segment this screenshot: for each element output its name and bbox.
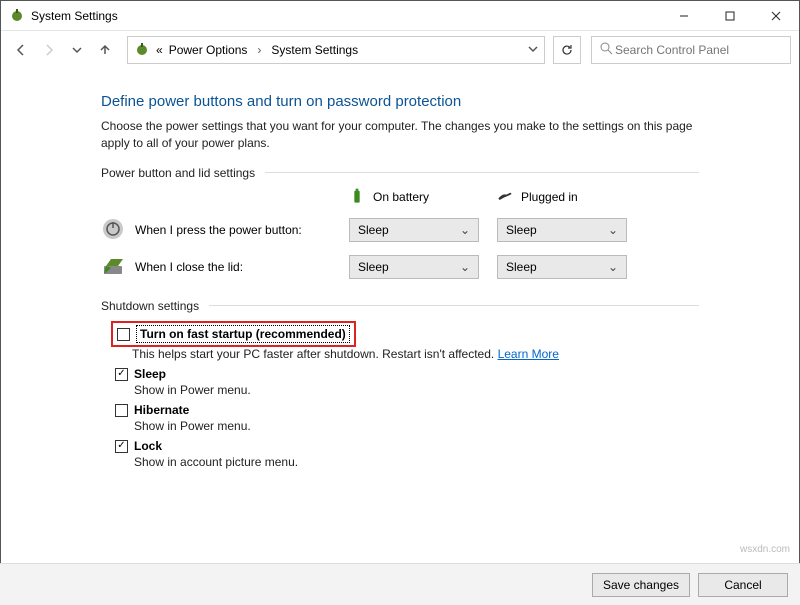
back-button[interactable] [9,38,33,62]
content-area: Define power buttons and turn on passwor… [1,69,799,469]
address-dropdown-icon[interactable] [528,43,538,57]
row-lid-label: When I close the lid: [135,260,243,274]
save-button[interactable]: Save changes [592,573,690,597]
recent-dropdown[interactable] [65,38,89,62]
section-power-lid-header: Power button and lid settings [101,166,699,180]
forward-button[interactable] [37,38,61,62]
checkbox-sleep-label: Sleep [134,367,166,381]
window-title: System Settings [31,9,118,23]
chevron-down-icon: ⌄ [608,260,618,274]
dropdown-lid-plugged[interactable]: Sleep ⌄ [497,255,627,279]
checkbox-fast-startup-label: Turn on fast startup (recommended) [136,325,350,343]
titlebar: System Settings [1,1,799,31]
row-lid: When I close the lid: [101,254,331,281]
column-on-battery-label: On battery [373,190,429,204]
checkbox-hibernate[interactable] [115,404,128,417]
page-title: Define power buttons and turn on passwor… [101,93,699,110]
breadcrumb-item-power-options[interactable]: Power Options [169,43,248,57]
column-on-battery: On battery [349,188,479,207]
section-power-lid-label: Power button and lid settings [101,166,255,180]
search-box[interactable] [591,36,791,64]
power-options-icon [134,42,150,58]
navbar: « Power Options › System Settings [1,31,799,69]
dropdown-power-plugged-value: Sleep [506,223,537,237]
dropdown-lid-battery-value: Sleep [358,260,389,274]
battery-icon [349,188,365,207]
dropdown-power-battery-value: Sleep [358,223,389,237]
close-button[interactable] [753,1,799,31]
column-plugged-in: Plugged in [497,188,627,207]
page-description: Choose the power settings that you want … [101,118,699,152]
checkbox-fast-startup[interactable] [117,328,130,341]
learn-more-link[interactable]: Learn More [498,347,559,361]
checkbox-hibernate-label: Hibernate [134,403,189,417]
sleep-desc: Show in Power menu. [134,383,699,397]
chevron-down-icon: ⌄ [460,223,470,237]
power-grid: On battery Plugged in When I press the p… [101,188,699,281]
address-bar[interactable]: « Power Options › System Settings [127,36,545,64]
column-plugged-in-label: Plugged in [521,190,578,204]
chevron-down-icon: ⌄ [608,223,618,237]
section-shutdown-header: Shutdown settings [101,299,699,313]
app-icon [9,8,25,24]
footer: Save changes Cancel [0,563,800,605]
dropdown-power-battery[interactable]: Sleep ⌄ [349,218,479,242]
search-icon [600,42,613,58]
dropdown-lid-plugged-value: Sleep [506,260,537,274]
row-power-button-label: When I press the power button: [135,223,302,237]
row-power-button: When I press the power button: [101,217,331,244]
lock-desc: Show in account picture menu. [134,455,699,469]
shutdown-settings-list: Turn on fast startup (recommended) This … [101,321,699,469]
hibernate-desc: Show in Power menu. [134,419,699,433]
checkbox-lock[interactable] [115,440,128,453]
cancel-button[interactable]: Cancel [698,573,788,597]
up-button[interactable] [93,38,117,62]
dropdown-power-plugged[interactable]: Sleep ⌄ [497,218,627,242]
plug-icon [497,188,513,207]
chevron-down-icon: ⌄ [460,260,470,274]
section-shutdown-label: Shutdown settings [101,299,199,313]
chevron-right-icon: › [253,43,265,57]
lid-icon [101,254,125,281]
refresh-button[interactable] [553,36,581,64]
maximize-button[interactable] [707,1,753,31]
watermark: wsxdn.com [740,544,790,555]
breadcrumb-sep-icon: « [156,43,163,57]
checkbox-sleep[interactable] [115,368,128,381]
fast-startup-highlight: Turn on fast startup (recommended) [111,321,356,347]
breadcrumb-item-system-settings[interactable]: System Settings [271,43,358,57]
checkbox-lock-label: Lock [134,439,162,453]
minimize-button[interactable] [661,1,707,31]
dropdown-lid-battery[interactable]: Sleep ⌄ [349,255,479,279]
fast-startup-desc: This helps start your PC faster after sh… [132,347,498,361]
power-button-icon [101,217,125,244]
search-input[interactable] [613,42,782,58]
